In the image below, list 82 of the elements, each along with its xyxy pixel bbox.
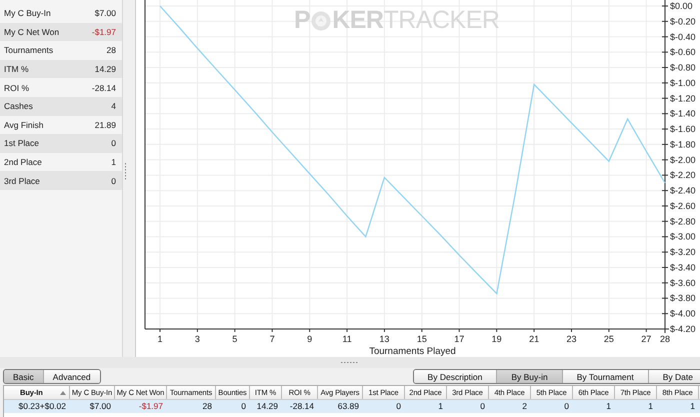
x-tick-label: 3 xyxy=(194,334,200,344)
stat-label: ROI % xyxy=(4,82,30,93)
y-tick-label: $-4.00 xyxy=(670,308,696,319)
stat-label: My C Buy-In xyxy=(4,8,51,18)
stat-value: -$1.97 xyxy=(92,26,116,37)
y-tick-label: $0.00 xyxy=(670,1,693,11)
toggle-button[interactable]: Advanced xyxy=(42,370,100,383)
table-cell-text: 0 xyxy=(479,400,486,413)
table-cell-text: $0.23+$0.02 xyxy=(17,400,67,413)
sort-caret-icon xyxy=(60,390,66,394)
stat-value: 4 xyxy=(111,101,116,112)
x-tick-label: 1 xyxy=(158,334,162,344)
y-tick-label: $-3.80 xyxy=(670,293,696,304)
table-cell-text: 2 xyxy=(521,400,528,413)
y-tick-label: $-1.20 xyxy=(670,93,696,104)
toggle-button[interactable]: By Buy-in xyxy=(496,370,562,383)
stat-value: 14.29 xyxy=(94,64,116,74)
stat-label: Tournaments xyxy=(4,45,54,56)
table-cell-text: 28 xyxy=(202,400,213,413)
table-cell-text: 1 xyxy=(689,400,696,413)
stat-value: 21.89 xyxy=(94,120,116,130)
y-tick-label: $-0.60 xyxy=(670,47,696,58)
y-tick-label: $-3.60 xyxy=(670,278,696,288)
stat-label: 1st Place xyxy=(4,138,39,148)
stat-label: Cashes xyxy=(4,101,33,112)
y-tick-label: $-2.00 xyxy=(670,154,696,165)
y-tick-label: $-0.20 xyxy=(670,16,696,26)
stat-label: ITM % xyxy=(4,64,29,74)
x-tick-label: 11 xyxy=(342,334,352,344)
stat-value: 28 xyxy=(106,45,116,56)
toggle-button[interactable]: By Description xyxy=(414,370,496,383)
table-cell-text: -$1.97 xyxy=(138,400,164,413)
stat-value: 1 xyxy=(111,157,116,168)
toggle-button[interactable]: Basic xyxy=(4,370,43,383)
stat-value: 0 xyxy=(111,138,116,148)
y-tick-label: $-4.20 xyxy=(670,324,696,334)
table-cell-text: 1 xyxy=(437,400,444,413)
table-cell-text: 1 xyxy=(647,400,654,413)
x-tick-label: 9 xyxy=(307,334,312,344)
table-cell-text: 0 xyxy=(395,400,402,413)
x-tick-label: 5 xyxy=(232,334,238,344)
stat-value: 0 xyxy=(111,176,116,186)
toggle-button[interactable]: By Date xyxy=(648,370,700,383)
y-tick-label: $-1.60 xyxy=(670,124,696,134)
x-tick-label: 28 xyxy=(660,334,670,344)
table-cell-text: -28.14 xyxy=(288,400,315,413)
y-tick-label: $-2.80 xyxy=(670,216,696,226)
y-tick-label: $-2.20 xyxy=(670,170,696,180)
x-tick-label: 23 xyxy=(566,334,576,344)
stat-value: $7.00 xyxy=(94,8,116,18)
stat-label: My C Net Won xyxy=(4,26,60,37)
table-cell-text: $7.00 xyxy=(88,400,112,413)
stat-label: 2nd Place xyxy=(4,157,42,168)
toggle-button[interactable]: By Tournament xyxy=(562,370,648,383)
x-tick-label: 25 xyxy=(604,334,614,344)
y-tick-label: $-3.00 xyxy=(670,232,696,242)
stat-label: 3rd Place xyxy=(4,176,40,186)
table-cell-text: 1 xyxy=(605,400,612,413)
x-tick-label: 17 xyxy=(454,334,464,344)
table-cell-text: 0 xyxy=(563,400,570,413)
table-row[interactable]: $0.23+$0.02 $7.00 -$1.97 28 0 14.29 -28.14 63.89 0 1 0 2 0 1 1 1 xyxy=(4,400,700,413)
x-tick-label: 7 xyxy=(270,334,275,344)
x-tick-label: 15 xyxy=(416,334,427,344)
y-tick-label: $-0.80 xyxy=(670,62,696,73)
x-tick-label: 27 xyxy=(641,334,652,344)
y-tick-label: $-2.60 xyxy=(670,200,696,211)
table-cell-text: 0 xyxy=(240,400,247,413)
x-tick-label: 19 xyxy=(492,334,502,344)
y-tick-label: $-0.40 xyxy=(670,32,696,42)
y-tick-label: $-1.00 xyxy=(670,78,696,88)
y-tick-label: $-3.40 xyxy=(670,262,696,272)
y-tick-label: $-1.40 xyxy=(670,108,696,119)
x-tick-label: 21 xyxy=(529,334,540,344)
y-tick-label: $-2.40 xyxy=(670,186,696,196)
stat-value: -28.14 xyxy=(92,82,116,93)
table-cell-text: 63.89 xyxy=(336,400,360,413)
x-axis-label: Tournaments Played xyxy=(369,346,456,357)
y-tick-label: $-1.80 xyxy=(670,139,696,150)
y-tick-label: $-3.20 xyxy=(670,247,696,258)
table-cell-text: 14.29 xyxy=(256,400,279,413)
stat-label: Avg Finish xyxy=(4,120,44,130)
x-tick-label: 13 xyxy=(379,334,390,344)
